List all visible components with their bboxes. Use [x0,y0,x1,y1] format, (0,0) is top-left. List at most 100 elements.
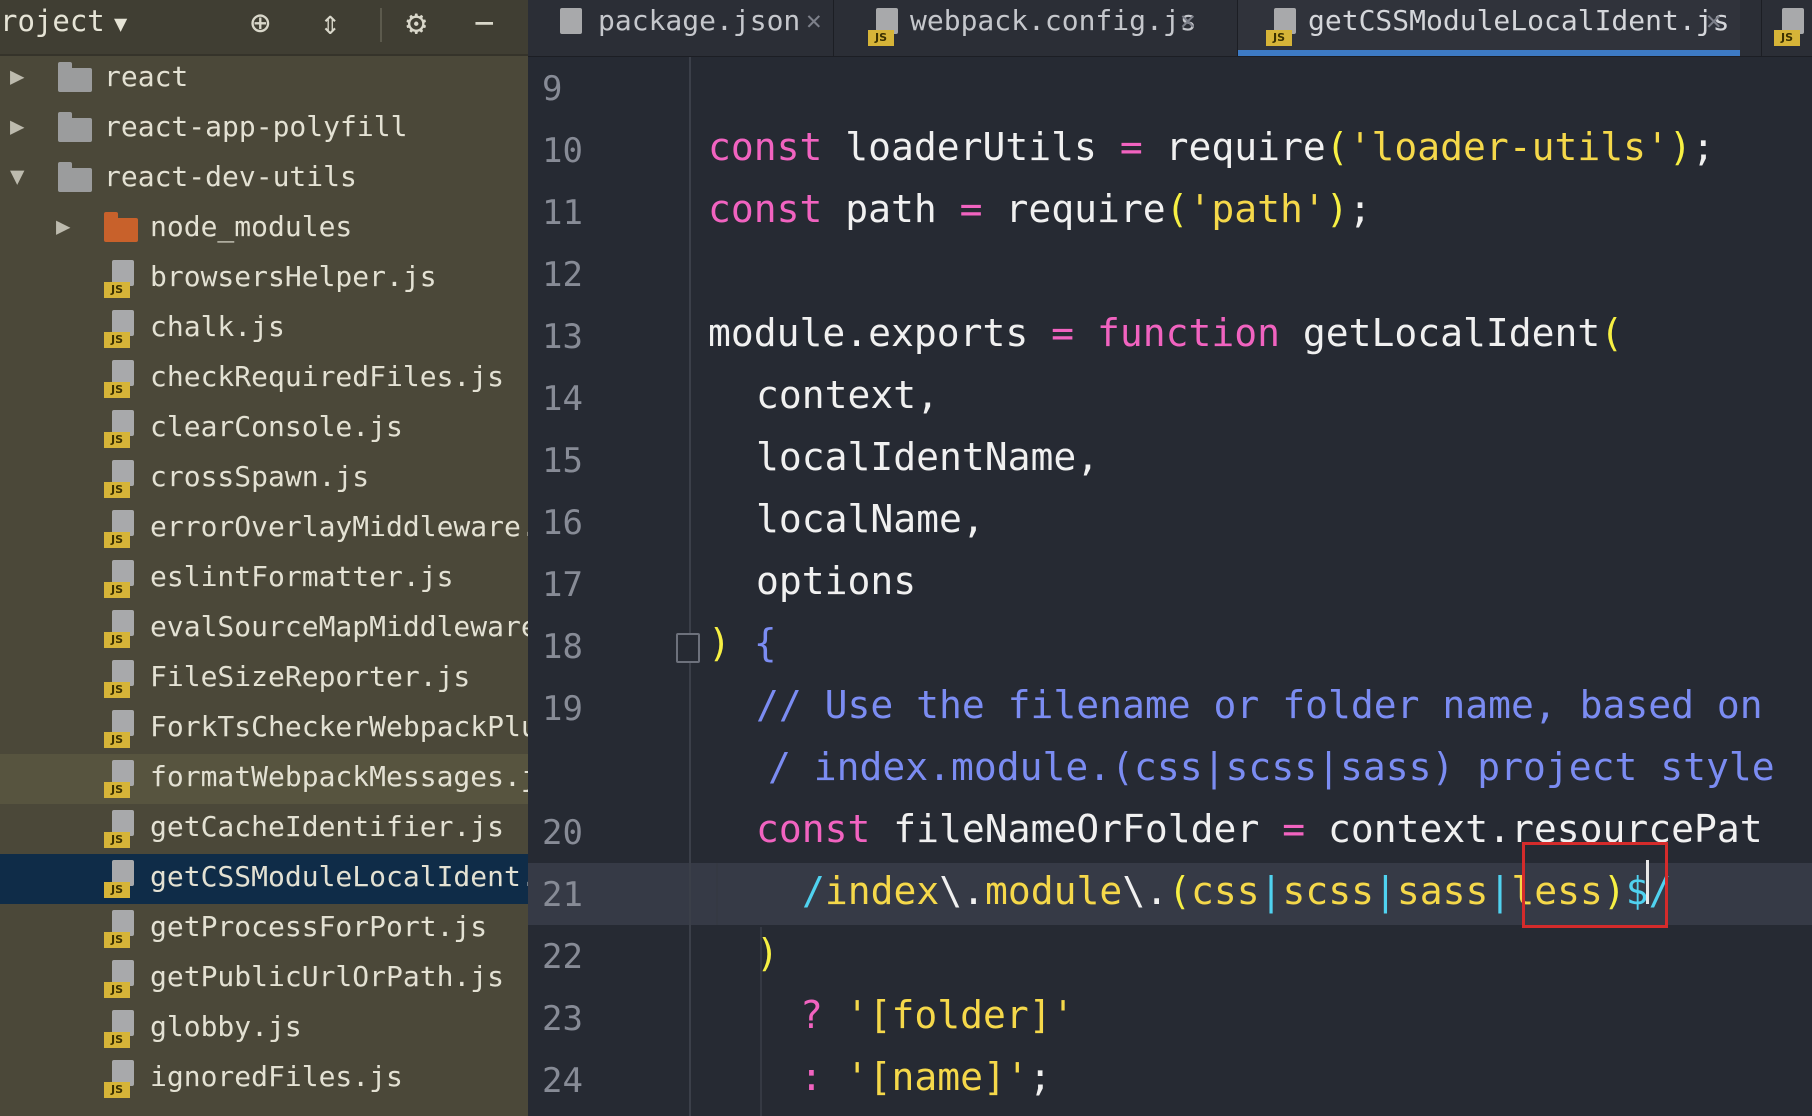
js-file-icon: JS [104,310,134,348]
tree-item-file[interactable]: JS FileSizeReporter.js [0,654,528,704]
folder-icon [58,162,92,192]
tree-item-label: getPublicUrlOrPath.js [150,960,505,993]
text-cursor [1646,860,1649,904]
code-line-17: options [756,559,917,603]
tree-item-file[interactable]: JS errorOverlayMiddleware.j [0,504,528,554]
code-editor[interactable]: 9 10 11 12 13 14 15 16 17 18 19 20 21 22… [528,57,1812,1116]
tree-item-node-modules[interactable]: ▶ node_modules [0,204,528,254]
tree-item-file[interactable]: JS getCacheIdentifier.js [0,804,528,854]
code-line-19-comment-wrap: / index.module.(css|scss|sass) project s… [768,745,1775,789]
tab-webpack-config[interactable]: JS webpack.config.js ✕ [834,0,1199,56]
tree-item-file[interactable]: JS checkRequiredFiles.js [0,354,528,404]
tree-item-label: globby.js [150,1010,302,1043]
line-number: 19 [542,689,583,729]
js-file-icon: JS [104,410,134,448]
tree-item-label: formatWebpackMessages.js [150,760,528,793]
js-file-icon: JS [104,1060,134,1098]
tree-item-file[interactable]: JS ignoredFiles.js [0,1054,528,1104]
js-file-icon: JS [104,360,134,398]
line-number: 21 [542,875,583,915]
folder-icon [58,62,92,92]
line-number: 13 [542,317,583,357]
active-tab-indicator [1238,50,1740,56]
js-file-icon: JS [104,660,134,698]
project-header: roject ▼ ⊕ ⇕ ⚙ − [0,0,528,56]
expand-arrow-icon[interactable]: ▶ [56,212,70,240]
code-line-18: ) { [708,621,777,665]
tree-item-react-app-polyfill[interactable]: ▶ react-app-polyfill [0,104,528,154]
js-file-icon: JS [1774,8,1804,46]
line-number: 15 [542,441,583,481]
tree-item-file[interactable]: JS eslintFormatter.js [0,554,528,604]
line-number: 20 [542,813,583,853]
tree-item-file[interactable]: JS evalSourceMapMiddleware. [0,604,528,654]
tree-item-file[interactable]: JS globby.js [0,1004,528,1054]
collapse-arrow-icon[interactable]: ▼ [10,162,24,190]
js-file-icon: JS [104,610,134,648]
tree-item-react[interactable]: ▶ react [0,54,528,104]
js-file-icon: JS [104,710,134,748]
tree-item-file-selected[interactable]: JS getCSSModuleLocalIdent.j [0,854,528,904]
tree-item-file[interactable]: JS clearConsole.js [0,404,528,454]
tree-item-file[interactable]: JS crossSpawn.js [0,454,528,504]
tree-item-file[interactable]: JS chalk.js [0,304,528,354]
indent-guide [716,863,718,925]
tree-item-label: crossSpawn.js [150,460,370,493]
gutter-divider [689,57,691,1116]
js-file-icon: JS [104,760,134,798]
line-number: 23 [542,999,583,1039]
tree-item-label: getCSSModuleLocalIdent.j [150,860,528,893]
tree-item-label: evalSourceMapMiddleware. [150,610,528,643]
tree-item-file[interactable]: JS getProcessForPort.js [0,904,528,954]
line-number: 18 [542,627,583,667]
project-title[interactable]: roject [0,4,105,38]
close-icon[interactable]: ✕ [1706,6,1722,36]
js-file-icon: JS [104,960,134,998]
tree-item-label: errorOverlayMiddleware.j [150,510,528,543]
collapse-icon[interactable]: ⇕ [320,2,340,44]
tree-item-label: checkRequiredFiles.js [150,360,505,393]
code-line-13: module.exports = function getLocalIdent( [708,311,1624,355]
tree-item-label: chalk.js [150,310,285,343]
json-file-icon [552,8,582,46]
tree-item-react-dev-utils[interactable]: ▼ react-dev-utils [0,154,528,204]
minimize-icon[interactable]: − [474,2,494,44]
tree-item-label: react-app-polyfill [104,110,408,143]
code-line-15: localIdentName, [756,435,1100,479]
line-number: 12 [542,255,583,295]
close-icon[interactable]: ✕ [806,6,822,36]
tree-item-label: FileSizeReporter.js [150,660,471,693]
js-file-icon: JS [104,260,134,298]
js-file-icon: JS [104,510,134,548]
line-number: 9 [542,69,563,109]
tree-item-file[interactable]: JS getPublicUrlOrPath.js [0,954,528,1004]
chevron-down-icon[interactable]: ▼ [114,12,127,37]
tree-item-label: clearConsole.js [150,410,403,443]
code-line-23: ? '[folder]' [800,993,1075,1037]
crosshair-icon[interactable]: ⊕ [250,2,270,44]
close-icon[interactable]: ✕ [1180,6,1196,36]
tab-label: package.json [598,4,801,37]
tab-getcssmodulelocalident[interactable]: JS getCSSModuleLocalIdent.js ✕ [1238,0,1740,56]
tree-item-label: getProcessForPort.js [150,910,488,943]
line-number: 17 [542,565,583,605]
fold-icon[interactable] [676,633,700,663]
tree-item-file[interactable]: JS ForkTsCheckerWebpackPlug [0,704,528,754]
tree-item-file[interactable]: JS formatWebpackMessages.js [0,754,528,804]
code-line-19-comment: // Use the filename or folder name, base… [756,683,1763,727]
tab-package-json[interactable]: package.json ✕ [528,0,828,56]
js-file-icon: JS [104,560,134,598]
code-line-11: const path = require('path'); [708,187,1372,231]
gear-icon[interactable]: ⚙ [406,2,426,44]
line-number: 10 [542,131,583,171]
editor-tab-bar: package.json ✕ JS webpack.config.js ✕ JS… [528,0,1812,57]
js-file-icon: JS [104,810,134,848]
tree-item-label: ignoredFiles.js [150,1060,403,1093]
line-number: 22 [542,937,583,977]
tab-overflow[interactable]: JS [1762,0,1812,56]
expand-arrow-icon[interactable]: ▶ [10,62,24,90]
project-sidebar: roject ▼ ⊕ ⇕ ⚙ − ▶ react ▶ react-app-pol… [0,0,528,1116]
tree-item-file[interactable]: JS browsersHelper.js [0,254,528,304]
folder-icon [58,112,92,142]
expand-arrow-icon[interactable]: ▶ [10,112,24,140]
